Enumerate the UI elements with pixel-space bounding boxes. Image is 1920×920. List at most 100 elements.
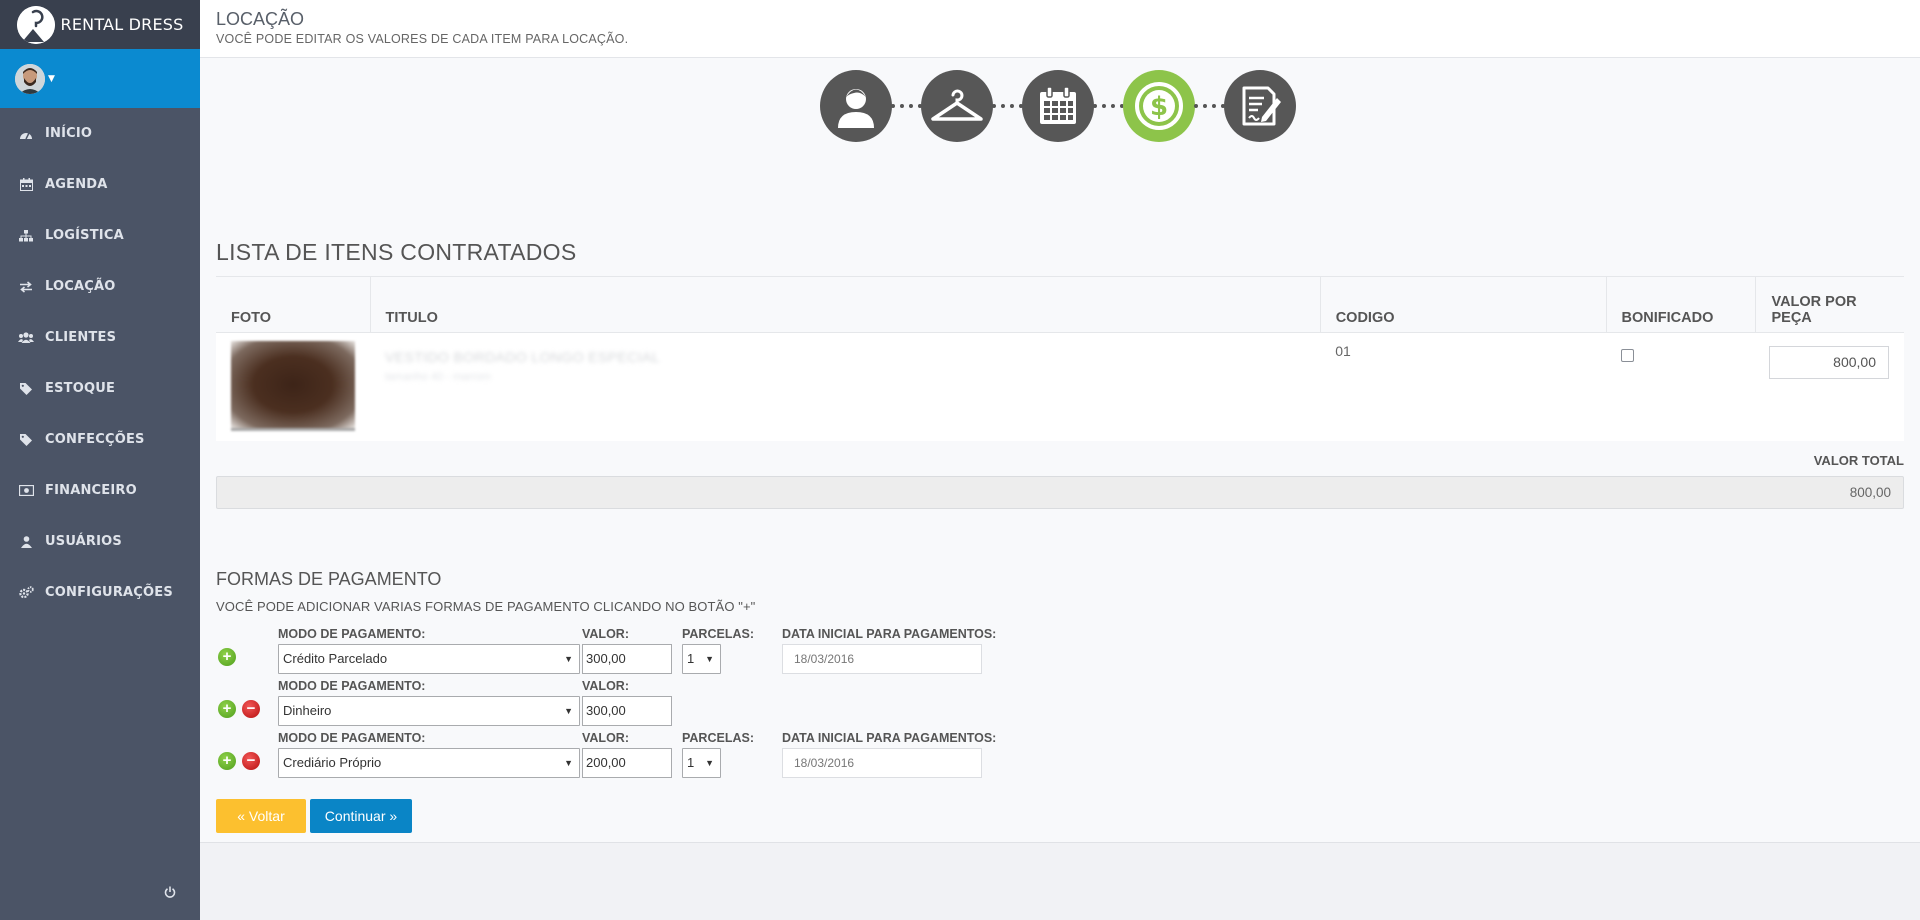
brand[interactable]: RENTAL DRESS — [0, 0, 200, 49]
item-code: 01 — [1320, 332, 1607, 441]
sidebar-item-inicio[interactable]: INÍCIO — [0, 108, 200, 159]
payment-hint: VOCÊ PODE ADICIONAR VARIAS FORMAS DE PAG… — [216, 599, 756, 614]
sidebar-item-logistica[interactable]: LOGÍSTICA — [0, 210, 200, 261]
tag-icon — [18, 432, 34, 448]
avatar[interactable] — [15, 63, 45, 94]
items-section-title: LISTA DE ITENS CONTRATADOS — [216, 239, 577, 265]
user-menu[interactable]: ▼ — [0, 49, 200, 108]
add-payment-icon[interactable]: + — [218, 752, 236, 770]
sidebar-item-confeccoes[interactable]: CONFECÇÕES — [0, 414, 200, 465]
step-client[interactable] — [820, 70, 892, 142]
calendar-icon — [18, 177, 34, 193]
money-icon — [18, 483, 34, 499]
value-label: VALOR: — [582, 679, 629, 693]
users-icon — [18, 330, 34, 346]
column-header-titulo: TITULO — [369, 276, 1321, 333]
column-header-foto: FOTO — [216, 276, 370, 333]
main-content: $ LISTA DE ITENS CONTRATADOS FOTO TITULO… — [200, 58, 1920, 843]
row-actions: + — [218, 648, 262, 666]
item-bonus-cell — [1606, 332, 1756, 441]
page-subtitle: VOCÊ PODE EDITAR OS VALORES DE CADA ITEM… — [216, 32, 629, 46]
exchange-icon — [18, 279, 34, 295]
total-label: VALOR TOTAL — [1813, 453, 1904, 468]
item-title-sub: tamanho 40 - marrom — [385, 371, 491, 383]
hanger-icon — [931, 89, 983, 121]
dropdown-arrow-icon: ▼ — [564, 758, 573, 768]
installments-select[interactable]: 1 ▼ — [682, 644, 721, 674]
payment-mode-select[interactable]: Crédito Parcelado ▼ — [278, 644, 580, 674]
bonificado-checkbox[interactable] — [1621, 349, 1635, 362]
payment-value-input[interactable]: 300,00 — [582, 696, 672, 726]
item-photo-cell — [216, 332, 370, 441]
step-connector — [992, 104, 1023, 108]
step-contract[interactable] — [1224, 70, 1296, 142]
step-connector — [1093, 104, 1124, 108]
value-label: VALOR: — [582, 731, 629, 745]
item-photo — [231, 341, 355, 431]
total-value: 800,00 — [216, 476, 1904, 509]
contract-icon — [1242, 86, 1281, 126]
mode-label: MODO DE PAGAMENTO: — [278, 627, 426, 641]
payment-row: + MODO DE PAGAMENTO: Crédito Parcelado ▼ … — [216, 627, 1116, 675]
calendar-icon — [1040, 86, 1076, 124]
payment-mode-select[interactable]: Crediário Próprio ▼ — [278, 748, 580, 778]
row-actions: + − — [218, 700, 262, 718]
step-schedule[interactable] — [1022, 70, 1094, 142]
dropdown-arrow-icon: ▼ — [705, 758, 714, 768]
sidebar-nav: INÍCIO AGENDA LOGÍSTICA LOCAÇÃO CLIENTES — [0, 108, 200, 618]
step-dress[interactable] — [921, 70, 993, 142]
add-payment-icon[interactable]: + — [218, 700, 236, 718]
payment-value-input[interactable]: 200,00 — [582, 748, 672, 778]
sidebar-item-locacao[interactable]: LOCAÇÃO — [0, 261, 200, 312]
sidebar: RENTAL DRESS ▼ INÍCIO AGENDA LOGÍSTICA L… — [0, 0, 200, 920]
item-price-input[interactable]: 800,00 — [1768, 346, 1889, 379]
dropdown-arrow-icon: ▼ — [705, 654, 714, 664]
remove-payment-icon[interactable]: − — [242, 700, 260, 718]
sidebar-item-agenda[interactable]: AGENDA — [0, 159, 200, 210]
item-price-cell: 800,00 — [1755, 332, 1904, 441]
power-icon[interactable] — [164, 886, 178, 900]
sidebar-item-configuracoes[interactable]: CONFIGURAÇÕES — [0, 567, 200, 618]
caret-down-icon[interactable]: ▼ — [48, 74, 55, 84]
cogs-icon — [18, 585, 34, 601]
continue-button[interactable]: Continuar » — [310, 799, 412, 833]
installments-select[interactable]: 1 ▼ — [682, 748, 721, 778]
step-connector — [1194, 104, 1225, 108]
svg-text:$: $ — [1150, 92, 1168, 122]
payment-section-title: FORMAS DE PAGAMENTO — [216, 569, 442, 589]
remove-payment-icon[interactable]: − — [242, 752, 260, 770]
dropdown-arrow-icon: ▼ — [564, 654, 573, 664]
installments-label: PARCELAS: — [682, 731, 754, 745]
step-payment[interactable]: $ — [1123, 70, 1195, 142]
step-connector — [891, 104, 922, 108]
item-title: VESTIDO BORDADO LONGO ESPECIAL — [385, 349, 660, 365]
sitemap-icon — [18, 228, 34, 244]
user-icon — [18, 534, 34, 550]
tag-icon — [18, 381, 34, 397]
items-table: FOTO TITULO CODIGO BONIFICADO VALOR POR … — [216, 276, 1904, 441]
payment-mode-select[interactable]: Dinheiro ▼ — [278, 696, 580, 726]
sidebar-item-usuarios[interactable]: USUÁRIOS — [0, 516, 200, 567]
start-date-label: DATA INICIAL PARA PAGAMENTOS: — [782, 731, 997, 745]
mode-label: MODO DE PAGAMENTO: — [278, 731, 426, 745]
sidebar-item-financeiro[interactable]: FINANCEIRO — [0, 465, 200, 516]
start-date-input[interactable]: 18/03/2016 — [782, 644, 982, 674]
add-payment-icon[interactable]: + — [218, 648, 236, 666]
dropdown-arrow-icon: ▼ — [564, 706, 573, 716]
sidebar-item-clientes[interactable]: CLIENTES — [0, 312, 200, 363]
payment-row: + − MODO DE PAGAMENTO: Crediário Próprio… — [216, 731, 1116, 779]
back-button[interactable]: « Voltar — [216, 799, 306, 833]
mode-label: MODO DE PAGAMENTO: — [278, 679, 426, 693]
installments-label: PARCELAS: — [682, 627, 754, 641]
payment-value-input[interactable]: 300,00 — [582, 644, 672, 674]
dollar-icon: $ — [1135, 82, 1183, 130]
column-header-bonificado: BONIFICADO — [1605, 276, 1756, 333]
column-header-codigo: CODIGO — [1319, 276, 1607, 333]
start-date-input[interactable]: 18/03/2016 — [782, 748, 982, 778]
dashboard-icon — [18, 126, 34, 142]
payment-row: + − MODO DE PAGAMENTO: Dinheiro ▼ VALOR: … — [216, 679, 1116, 727]
column-header-valor: VALOR POR PEÇA — [1755, 276, 1904, 333]
client-icon — [838, 89, 874, 128]
row-actions: + − — [218, 752, 262, 770]
sidebar-item-estoque[interactable]: ESTOQUE — [0, 363, 200, 414]
